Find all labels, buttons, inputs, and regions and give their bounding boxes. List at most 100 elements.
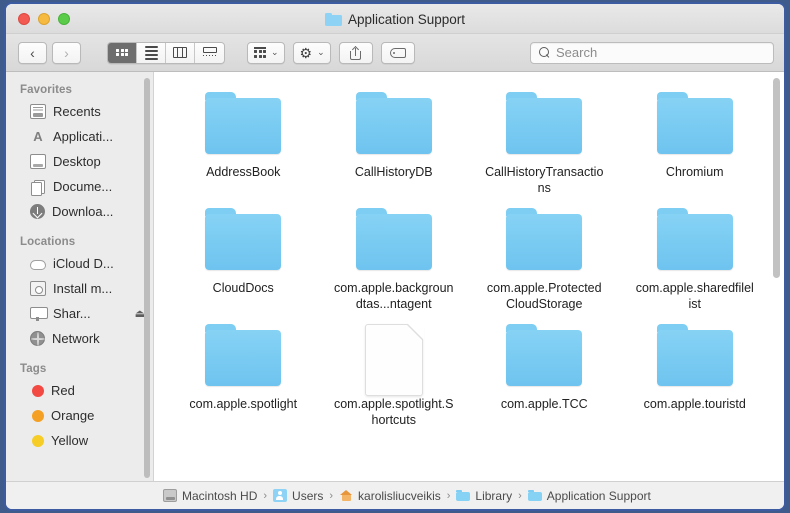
breadcrumb-label: Macintosh HD [182, 488, 258, 503]
sidebar-item-icloud-drive[interactable]: iCloud D... [6, 251, 153, 276]
gear-icon: ⚙ [299, 44, 313, 61]
sidebar-item-label: Yellow [51, 433, 89, 448]
breadcrumb-users[interactable]: Users [273, 489, 323, 503]
documents-icon [30, 179, 46, 196]
grid-item[interactable]: AddressBook [168, 86, 319, 196]
breadcrumb-home[interactable]: karolisliucveikis [339, 489, 441, 503]
breadcrumb-separator: › [329, 489, 334, 502]
grid-item[interactable]: com.apple.backgroundtas...ntagent [319, 202, 470, 312]
grid-item-label: CallHistoryTransactions [485, 165, 604, 195]
back-button[interactable]: ‹ [18, 41, 47, 64]
grid-item[interactable]: com.apple.spotlight [168, 318, 319, 428]
grid-item-label: com.apple.touristd [643, 397, 746, 411]
group-by-button[interactable]: ⌄ [247, 41, 285, 64]
toolbar: ‹ › ⌄ ⚙ ⌄ Search [6, 34, 784, 72]
sidebar-item-label: Desktop [53, 154, 101, 169]
chevron-right-icon: › [64, 44, 69, 61]
grid-item-label: com.apple.backgroundtas...ntagent [333, 281, 454, 311]
sidebar-item-recents[interactable]: Recents [6, 99, 153, 124]
search-field[interactable]: Search [530, 41, 774, 64]
sidebar-item-network[interactable]: Network [6, 326, 153, 351]
sidebar-item-documents[interactable]: Docume... [6, 174, 153, 199]
tag-dot-icon [32, 434, 44, 447]
columns-icon [173, 47, 187, 58]
grid-item[interactable]: CallHistoryDB [319, 86, 470, 196]
tag-dot-icon [32, 384, 44, 397]
folder-icon [656, 92, 733, 154]
sidebar-item-label: Install m... [53, 281, 113, 296]
home-folder-icon [339, 489, 353, 502]
sidebar-item-applications[interactable]: A Applicati... [6, 124, 153, 149]
sidebar-item-label: Network [52, 331, 100, 346]
search-placeholder: Search [556, 45, 598, 60]
sidebar-item-install-macos[interactable]: Install m... [6, 276, 153, 301]
grid-item-label: Chromium [665, 165, 724, 179]
share-icon [350, 45, 362, 60]
folder-icon [506, 324, 583, 386]
file-grid-area: AddressBook CallHistoryDB CallHistoryTra… [154, 72, 784, 481]
folder-icon [205, 92, 282, 154]
chevron-left-icon: ‹ [30, 44, 35, 61]
grid-item[interactable]: CloudDocs [168, 202, 319, 312]
folder-icon [456, 489, 471, 502]
sidebar-item-label: Downloa... [52, 204, 114, 219]
sidebar-heading-favorites: Favorites [20, 84, 73, 96]
action-menu-button[interactable]: ⚙ ⌄ [292, 41, 331, 64]
breadcrumb-separator: › [446, 489, 451, 502]
share-button[interactable] [338, 41, 373, 64]
folder-icon [656, 208, 733, 270]
disk-icon [30, 281, 46, 296]
folder-icon [506, 208, 583, 270]
icon-view-button[interactable] [108, 42, 137, 63]
sidebar-item-shared[interactable]: Shar... ⏏ [6, 301, 153, 326]
breadcrumb-separator: › [518, 489, 522, 502]
window-title: Application Support [6, 4, 784, 34]
edit-tags-button[interactable] [380, 41, 415, 64]
gallery-view-button[interactable] [195, 42, 224, 63]
desktop-icon [30, 154, 46, 169]
window-title-text: Application Support [347, 11, 466, 27]
sidebar-item-desktop[interactable]: Desktop [6, 149, 153, 174]
grid-item-label: com.apple.sharedfilelist [635, 281, 754, 311]
display-icon [30, 306, 48, 321]
content-scrollbar[interactable] [773, 78, 780, 278]
grid-item[interactable]: com.apple.touristd [620, 318, 771, 428]
sidebar-item-label: Recents [53, 104, 101, 119]
navigation-buttons: ‹ › [18, 41, 81, 64]
breadcrumb-library[interactable]: Library [456, 489, 512, 503]
path-bar: Macintosh HD › Users › karolisliucveikis… [6, 481, 784, 509]
grid-item[interactable]: Chromium [620, 86, 771, 196]
sidebar-item-tag-red[interactable]: Red [6, 378, 153, 403]
grid-item[interactable]: CallHistoryTransactions [469, 86, 620, 196]
sidebar-heading-tags: Tags [20, 363, 47, 375]
grid-item[interactable]: com.apple.spotlight.Shortcuts [319, 318, 470, 428]
breadcrumb-label: Library [475, 488, 513, 503]
breadcrumb-label: Application Support [546, 488, 651, 503]
grid-item[interactable]: com.apple.ProtectedCloudStorage [469, 202, 620, 312]
folder-icon [324, 12, 342, 26]
chevron-down-icon: ⌄ [271, 47, 279, 57]
sidebar-item-tag-yellow[interactable]: Yellow [6, 428, 153, 453]
tag-dot-icon [32, 409, 44, 422]
grid-item[interactable]: com.apple.sharedfilelist [620, 202, 771, 312]
folder-icon [205, 324, 282, 386]
window-body: Favorites Recents A Applicati... Desktop… [6, 72, 784, 481]
column-view-button[interactable] [166, 42, 195, 63]
folder-icon [355, 208, 432, 270]
breadcrumb-application-support[interactable]: Application Support [527, 488, 651, 503]
users-folder-icon [273, 489, 288, 502]
title-bar: Application Support [6, 4, 784, 34]
list-icon [144, 45, 158, 60]
sidebar-item-downloads[interactable]: Downloa... [6, 199, 153, 224]
list-view-button[interactable] [137, 42, 166, 63]
grid-item[interactable]: com.apple.TCC [469, 318, 620, 428]
breadcrumb-separator: › [263, 489, 268, 502]
sidebar-item-tag-orange[interactable]: Orange [6, 403, 153, 428]
folder-icon [506, 92, 583, 154]
sidebar-scrollbar[interactable] [144, 78, 150, 478]
finder-window: Application Support ‹ › ⌄ ⚙ ⌄ Search Fav… [4, 2, 786, 511]
grid-item-label: CallHistoryDB [354, 165, 433, 179]
breadcrumb-macintosh-hd[interactable]: Macintosh HD [163, 489, 257, 503]
forward-button[interactable]: › [52, 41, 81, 64]
applications-icon: A [33, 129, 43, 144]
